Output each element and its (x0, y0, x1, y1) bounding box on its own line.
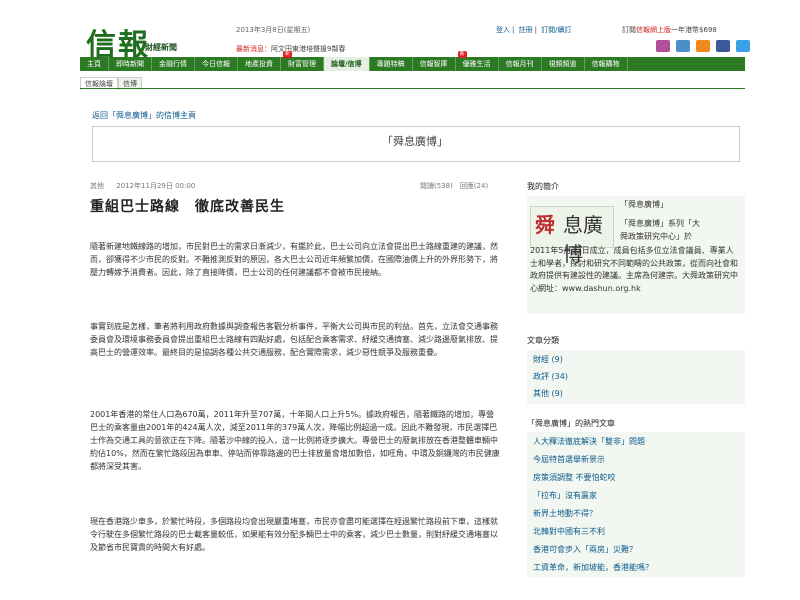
subnav-divider (80, 88, 745, 89)
current-date: 2013年3月8日(星期五) (236, 26, 311, 34)
nav-item[interactable]: 信報購物 (585, 57, 628, 71)
nav-item-label: 即時新聞 (116, 60, 144, 68)
hot-article-link[interactable]: 新界土地動不得？ (533, 508, 597, 519)
new-badge: 新 (457, 51, 467, 58)
nav-item-label: 視頻頻道 (548, 60, 577, 68)
nav-item-label: 財富管理 (288, 60, 316, 68)
blog-title: 「舜息廣博」 (382, 135, 448, 148)
article-paragraph: 2001年香港的常住人口為670萬，2011年升至707萬，十年間人口上升5%。… (90, 410, 500, 471)
profile-desc-body: 2011年5月12日成立，成員包括多位立法會議員、專業人士和學者，探討和研究不同… (530, 246, 738, 293)
category-link[interactable]: 政評 (34) (533, 371, 568, 382)
nav-item-label: 地產投資 (245, 60, 273, 68)
hot-article-link[interactable]: 北韓對中國有三不利 (533, 526, 605, 537)
nav-item[interactable]: 論壇/信博 (324, 57, 370, 71)
latest-news-label: 最新消息： (236, 45, 271, 53)
rss-icon[interactable] (696, 40, 710, 52)
hot-article-link[interactable]: 工資革命，新加坡能，香港能嗎？ (533, 562, 653, 573)
category-link[interactable]: 其他 (9) (533, 388, 563, 399)
hot-article-link[interactable]: 香港可會步入「兩房」災難？ (533, 544, 637, 555)
facebook-icon[interactable] (716, 40, 730, 52)
site-logo-subtitle: 財經新聞 (145, 43, 177, 52)
nav-item[interactable]: 視頻頻道 (542, 57, 585, 71)
register-link[interactable]: 註冊 (519, 26, 533, 34)
promo-suffix: 一年港幣$698 (671, 26, 717, 34)
profile-name: 「舜息廣博」 (620, 200, 668, 209)
social-icons (656, 40, 750, 52)
nav-item-label: 金融行情 (159, 60, 187, 68)
nav-item[interactable]: 即時新聞 (109, 57, 152, 71)
back-to-blog-link[interactable]: 返回「舜息廣博」的信博主頁 (92, 110, 196, 121)
nav-item[interactable]: 今日信報 (195, 57, 238, 71)
profile-image[interactable]: 舜 息廣博 (530, 206, 614, 266)
article-meta: 其他 2012年11月29日 00:00 (90, 181, 205, 191)
nav-item[interactable]: 信報智庫 (413, 57, 456, 71)
nav-item[interactable]: 金融行情 (152, 57, 195, 71)
nav-item-label: 信報購物 (591, 60, 620, 68)
nav-item[interactable]: 信報月刊 (499, 57, 542, 71)
article-category[interactable]: 其他 (90, 182, 104, 190)
nav-item-label: 主頁 (87, 60, 101, 68)
nav-item-label: 今日信報 (202, 60, 230, 68)
new-badge: 新 (283, 51, 293, 58)
hot-article-link[interactable]: 房策須調整 不要怕蛇咬 (533, 472, 616, 483)
promo-highlight: 信報網上版 (636, 26, 671, 34)
promo-prefix: 訂閱 (622, 26, 636, 34)
subscription-promo[interactable]: 訂閱信報網上版一年港幣$698 (622, 25, 717, 35)
nav-item-label: 論壇/信博 (331, 60, 362, 68)
article-paragraph: 現在香港路少車多，於繁忙時段，多個路段均會出現嚴重堵塞，市民亦會盡可能選擇在經過… (90, 517, 498, 552)
article-paragraph: 隨著新建地鐵線路的增加，市民對巴士的需求日漸減少，有鑑於此，巴士公司向立法會提出… (90, 242, 498, 277)
category-link[interactable]: 財經 (9) (533, 354, 563, 365)
calendar-icon[interactable] (676, 40, 690, 52)
main-nav: 主頁 即時新聞 金融行情 今日信報 地產投資 財富管理新論壇/信博 專題特稿 信報智庫 優雅生活… (80, 51, 745, 71)
nav-item[interactable]: 主頁 (80, 57, 109, 71)
article-headline: 重組巴士路線 徹底改善民生 (90, 199, 285, 215)
hot-articles-heading: 「舜息廣博」的熱門文章 (527, 419, 615, 428)
article-datetime: 2012年11月29日 00:00 (116, 182, 196, 190)
mobile-app-icon[interactable] (656, 40, 670, 52)
nav-item[interactable]: 專題特稿 (370, 57, 413, 71)
hot-article-link[interactable]: 「拉布」沒有贏家 (533, 490, 597, 501)
article-paragraph: 事實到底是怎樣，筆者將利用政府數據與調查報告客觀分析事件，平衡大公司與市民的利益… (90, 322, 498, 357)
article-stats[interactable]: 閱讀(538) 回應(24) (420, 181, 488, 191)
profile-heading: 我的簡介 (527, 182, 559, 191)
nav-item-label: 信報智庫 (419, 60, 448, 68)
profile-desc-line: 舜政策研究中心」於 (620, 232, 692, 241)
nav-item-label: 專題特稿 (376, 60, 405, 68)
nav-item-label: 信報月刊 (505, 60, 534, 68)
nav-item[interactable]: 優雅生活 新 (456, 51, 499, 71)
profile-desc-line: 「舜息廣博」系列「大 (620, 219, 700, 228)
nav-item-label: 優雅生活 (462, 60, 491, 68)
profile-image-text-a: 舜 (535, 213, 555, 237)
subscribe-link[interactable]: 訂閱/續訂 (541, 26, 571, 34)
login-link[interactable]: 登入 (496, 26, 510, 34)
nav-item[interactable]: 地產投資 (238, 57, 281, 71)
nav-item[interactable]: 財富管理 新 (281, 51, 324, 71)
twitter-icon[interactable] (736, 40, 750, 52)
categories-heading: 文章分類 (527, 336, 559, 345)
hot-article-link[interactable]: 今屆特首選舉新景示 (533, 454, 605, 465)
top-links: 登入 | 註冊 | 訂閱/續訂 (496, 26, 572, 34)
hot-article-link[interactable]: 人大釋法徹底解決「雙非」問題 (533, 436, 645, 447)
